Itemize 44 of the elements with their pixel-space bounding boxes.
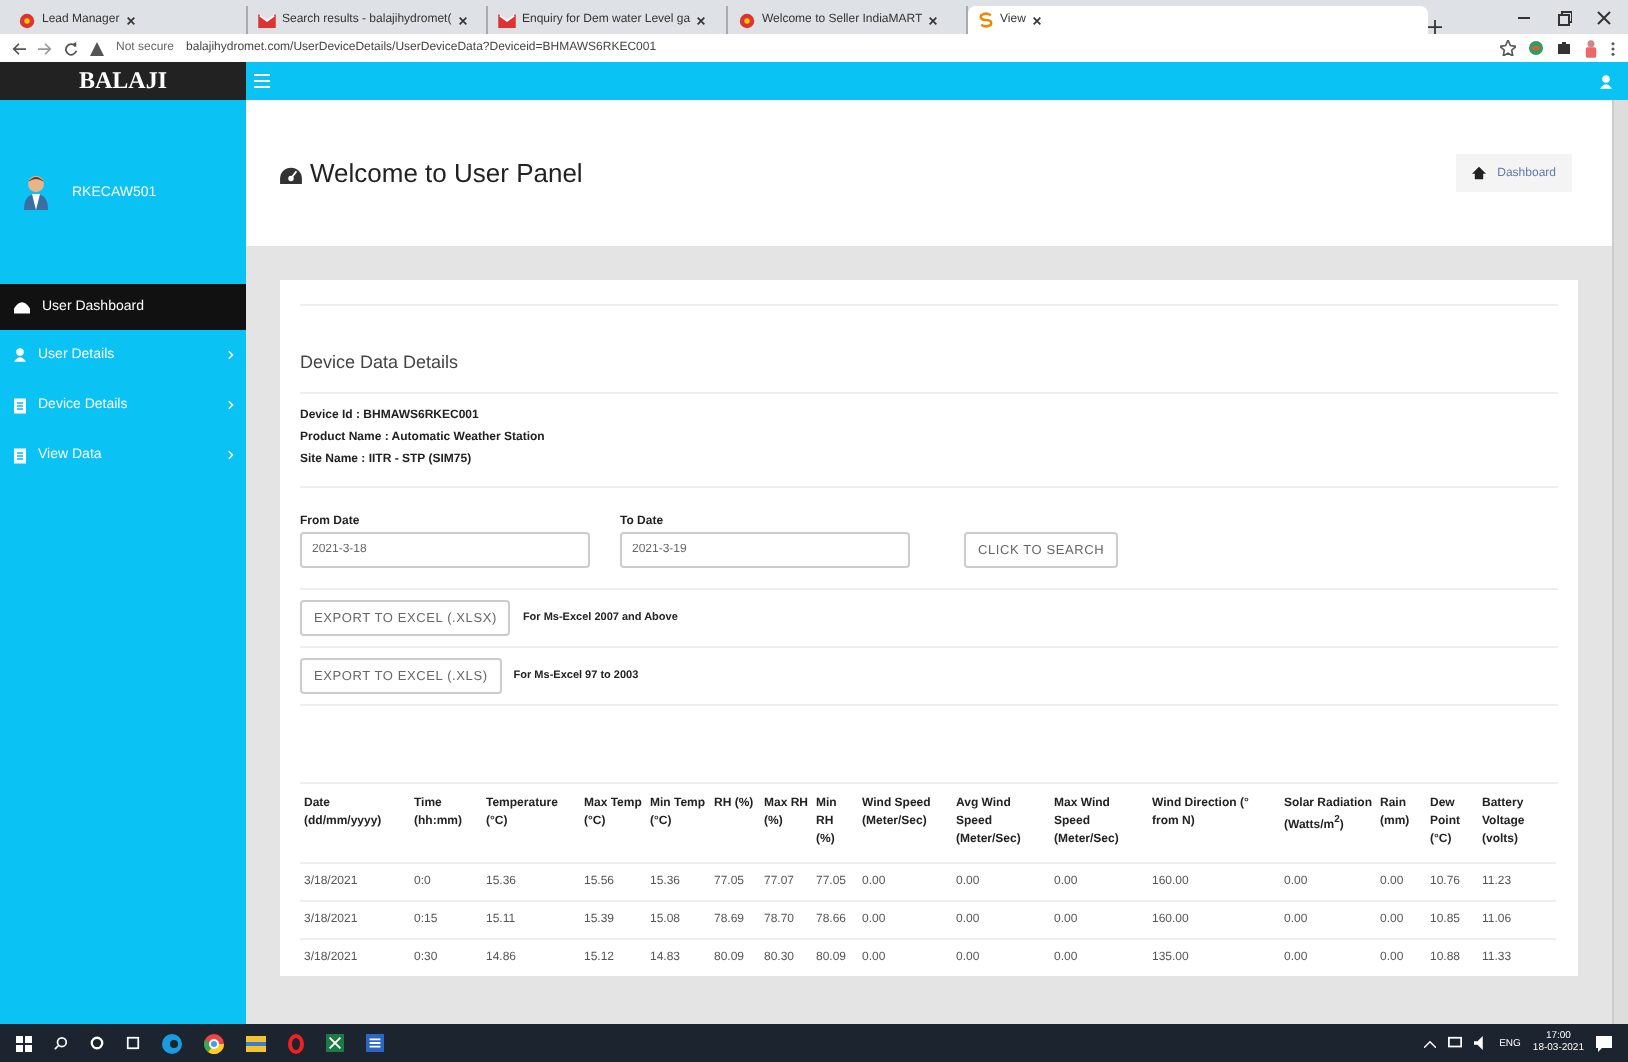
close-icon[interactable]	[928, 15, 939, 25]
search-icon[interactable]	[54, 1036, 68, 1050]
s-logo-icon	[978, 12, 994, 28]
flower-icon	[738, 11, 756, 29]
document-icon	[14, 447, 26, 463]
close-icon[interactable]	[696, 15, 707, 25]
reload-icon[interactable]	[64, 41, 78, 55]
plus-icon[interactable]	[1428, 20, 1442, 34]
home-icon	[14, 300, 30, 314]
card-heading: Device Data Details	[300, 350, 461, 376]
folder-icon[interactable]	[246, 1035, 266, 1051]
forward-arrow-icon[interactable]	[38, 41, 52, 55]
more-icon[interactable]	[1610, 39, 1616, 57]
warning-icon	[90, 41, 104, 55]
mail-icon	[498, 13, 516, 27]
flower-icon	[18, 11, 36, 29]
spreadsheet-icon[interactable]	[326, 1034, 344, 1052]
edge-icon[interactable]	[162, 1033, 182, 1053]
dashboard-icon	[280, 163, 302, 183]
star-icon[interactable]	[1500, 40, 1516, 56]
notification-icon[interactable]	[1596, 1035, 1612, 1051]
speaker-icon[interactable]	[1473, 1036, 1488, 1050]
opera-icon[interactable]	[288, 1033, 304, 1053]
mail-icon	[258, 13, 276, 27]
close-icon[interactable]	[1596, 10, 1612, 26]
user-icon	[14, 348, 26, 362]
page-title: Welcome to User Panel	[310, 158, 583, 188]
brand-logo[interactable]: BALAJI	[0, 62, 246, 100]
restore-icon[interactable]	[1556, 10, 1572, 26]
avatar-icon	[24, 174, 48, 210]
caret-up-icon[interactable]	[1423, 1039, 1436, 1047]
close-icon[interactable]	[1031, 15, 1042, 25]
home-icon[interactable]	[1471, 166, 1486, 180]
circle-icon[interactable]	[90, 1036, 104, 1050]
windows-icon[interactable]	[16, 1035, 32, 1051]
chrome-icon[interactable]	[204, 1033, 224, 1053]
back-arrow-icon[interactable]	[12, 41, 26, 55]
document-icon	[14, 397, 26, 413]
figure-icon[interactable]	[1584, 39, 1598, 57]
close-icon[interactable]	[457, 15, 468, 25]
document-icon[interactable]	[366, 1034, 384, 1052]
task-view-icon[interactable]	[126, 1036, 140, 1050]
scrollbar[interactable]	[1612, 100, 1628, 1024]
close-icon[interactable]	[125, 15, 136, 25]
